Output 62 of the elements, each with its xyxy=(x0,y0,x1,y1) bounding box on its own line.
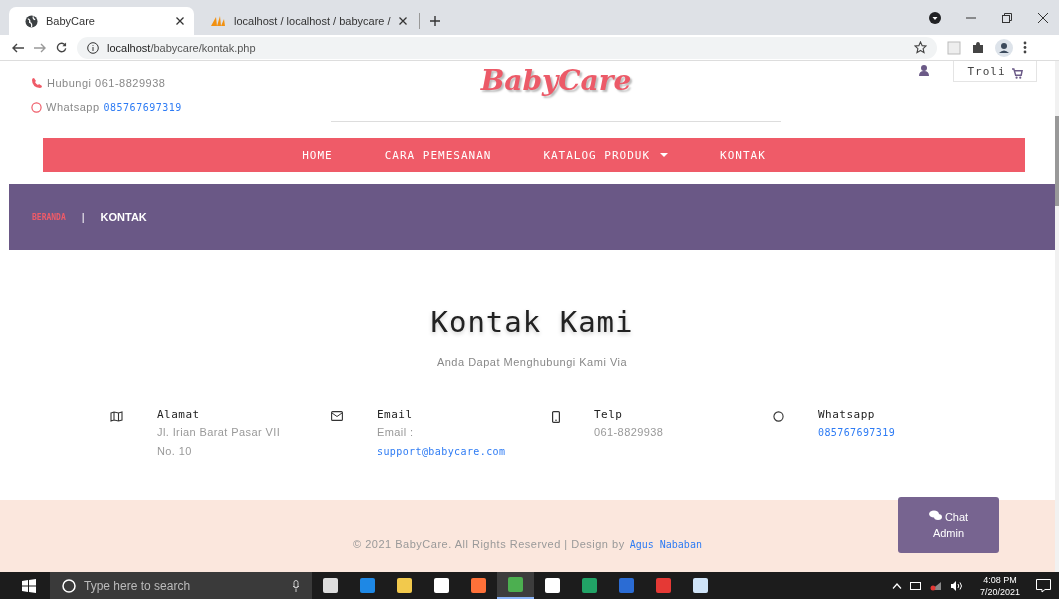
bookmark-star-icon[interactable] xyxy=(914,41,927,54)
back-icon[interactable] xyxy=(12,42,24,53)
site-logo[interactable]: BabyCare xyxy=(480,63,632,99)
notification-icon[interactable] xyxy=(1036,578,1051,593)
nav-link[interactable]: KONTAK xyxy=(720,148,766,162)
cart-button[interactable]: Troli xyxy=(953,61,1037,82)
speaker-icon[interactable] xyxy=(949,580,964,591)
battery-icon[interactable] xyxy=(909,581,922,590)
whatsapp-link[interactable]: 085767697319 xyxy=(103,101,182,113)
phone-contact: Hubungi 061-8829938 xyxy=(31,77,321,89)
address-bar[interactable]: localhost/babycare/kontak.php xyxy=(77,36,937,59)
mobile-phone-icon xyxy=(552,411,560,423)
search-icon xyxy=(62,578,76,593)
copyright-text: © 2021 BabyCare. All Rights Reserved | Design by xyxy=(353,538,625,550)
breadcrumb-current: KONTAK xyxy=(100,211,147,223)
browser-tab[interactable]: BabyCare xyxy=(9,7,194,35)
contact-detail: Email : xyxy=(377,425,415,440)
nav-link[interactable]: CARA PEMESANAN xyxy=(384,148,492,162)
network-icon[interactable] xyxy=(929,580,942,591)
info-icon xyxy=(87,41,99,54)
reload-icon[interactable] xyxy=(56,42,67,53)
contact-label: Email xyxy=(377,408,414,421)
contact-detail: No. 10 xyxy=(157,444,193,459)
contact-detail: 061-8829938 xyxy=(594,425,664,440)
sail-icon xyxy=(210,15,226,27)
nav-link[interactable]: HOME xyxy=(302,148,333,162)
chat-bubbles-icon xyxy=(928,510,942,521)
phone-icon xyxy=(31,77,43,89)
map-icon xyxy=(110,411,123,422)
globe-icon xyxy=(25,14,38,28)
envelope-icon xyxy=(331,411,343,421)
contact-detail: Jl. Irian Barat Pasar VII xyxy=(157,425,281,440)
browser-tab[interactable]: localhost / localhost / babycare / xyxy=(194,7,417,35)
profile-dropdown-icon[interactable] xyxy=(929,12,941,24)
contact-link[interactable]: 085767697319 xyxy=(818,425,896,440)
page-title: Kontak Kami xyxy=(429,304,635,340)
scrollbar-thumb[interactable] xyxy=(1055,116,1059,206)
whatsapp-label: Whatsapp xyxy=(46,101,100,113)
menu-icon[interactable] xyxy=(1023,41,1027,54)
nav-link[interactable]: KATALOG PRODUK xyxy=(543,148,669,162)
contact-link[interactable]: support@babycare.com xyxy=(377,444,506,459)
designer-link[interactable]: Agus Nababan xyxy=(629,538,702,550)
contact-label: Alamat xyxy=(157,408,201,421)
contact-label: Whatsapp xyxy=(818,408,876,421)
close-tab-icon[interactable] xyxy=(176,17,184,25)
windows-start-icon[interactable] xyxy=(22,578,36,593)
taskbar-clock[interactable]: 4:08 PM 7/20/2021 xyxy=(979,573,1020,598)
user-icon[interactable] xyxy=(919,65,929,76)
contact-label: Telp xyxy=(594,408,624,421)
breadcrumb-separator: | xyxy=(81,211,85,223)
new-tab-icon[interactable] xyxy=(429,16,440,26)
close-tab-icon[interactable] xyxy=(398,17,407,25)
chat-admin-button[interactable]: Chat Admin xyxy=(898,497,999,553)
profile-icon[interactable] xyxy=(995,38,1013,57)
page-subtitle: Anda Dapat Menghubungi Kami Via xyxy=(435,356,629,368)
cart-icon xyxy=(1011,67,1023,79)
forward-icon[interactable] xyxy=(34,42,46,53)
taskbar-search-field[interactable]: Type here to search xyxy=(50,572,312,599)
microphone-icon[interactable] xyxy=(292,579,300,592)
chevron-up-icon[interactable] xyxy=(891,582,902,589)
restore-icon[interactable] xyxy=(1001,12,1013,24)
close-icon[interactable] xyxy=(1037,12,1049,24)
